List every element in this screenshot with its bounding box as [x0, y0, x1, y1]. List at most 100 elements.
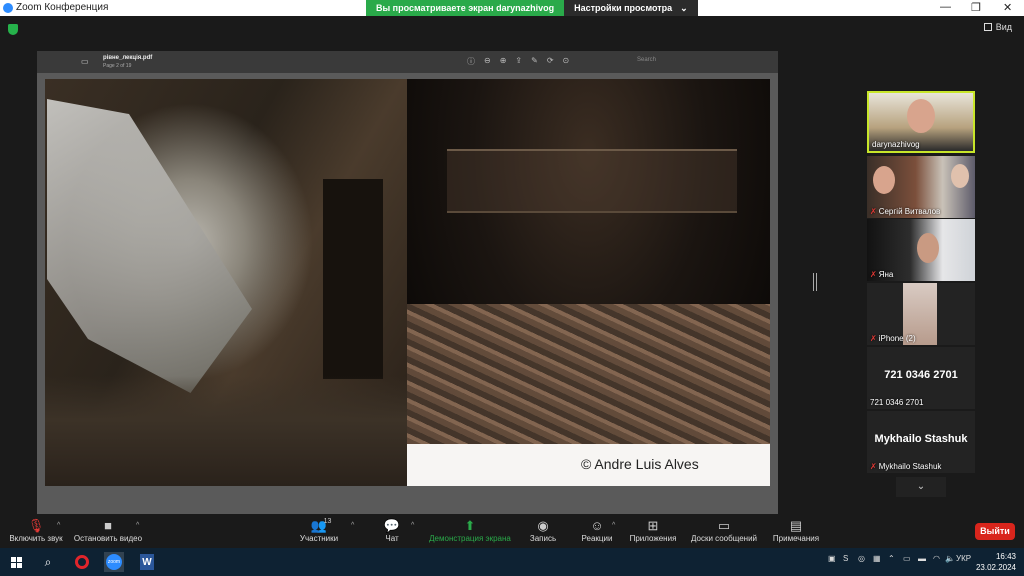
participant-display-name: Mykhailo Stashuk — [874, 433, 968, 445]
muted-mic-icon: ✗ — [870, 270, 877, 279]
clock-date: 23.02.2024 — [975, 563, 1016, 572]
wifi-icon[interactable]: ◠ — [933, 554, 940, 563]
participant-name-row: ✗ Mykhailo Stashuk — [870, 462, 941, 471]
balcony-shape — [447, 149, 737, 213]
reactions-icon: ☺ — [590, 518, 604, 533]
participants-icon: 👥 — [310, 518, 328, 533]
reactions-label: Реакции — [581, 534, 613, 543]
camera-icon: ■ — [104, 518, 112, 533]
participant-name-row: ✗ Сергій Витвалов — [870, 207, 940, 216]
zoom-tray-icon[interactable]: ◎ — [858, 554, 865, 563]
participant-video — [917, 233, 939, 263]
zoom-out-icon[interactable]: ⊖ — [484, 56, 491, 67]
pdf-filename: рівне_лекція.pdf — [103, 55, 153, 61]
system-clock[interactable]: 16:43 23.02.2024 — [976, 551, 1016, 573]
nvidia-icon[interactable]: ▣ — [828, 554, 836, 563]
door-shape — [323, 179, 383, 379]
window-title: Zoom Конференция — [16, 2, 109, 13]
participant-name-row: ✗ iPhone (2) — [870, 334, 916, 343]
sidebar-toggle-icon[interactable]: ▭ — [81, 57, 89, 66]
encryption-shield-icon[interactable] — [8, 24, 18, 35]
search-icon[interactable]: ⌕ — [38, 552, 58, 572]
apps-button[interactable]: ⊞ Приложения — [627, 518, 679, 543]
zoom-in-icon[interactable]: ⊕ — [500, 56, 507, 67]
pdf-search-field[interactable]: Search — [637, 57, 656, 63]
participant-video — [951, 164, 969, 188]
start-button[interactable] — [6, 552, 26, 572]
reactions-options-caret[interactable]: ^ — [612, 522, 615, 529]
skype-icon[interactable]: S — [843, 554, 848, 563]
scroll-down-button[interactable]: ⌄ — [896, 477, 946, 497]
video-options-caret[interactable]: ^ — [136, 522, 139, 529]
curtain-shape — [47, 99, 252, 393]
whiteboard-icon: ▭ — [717, 518, 731, 533]
markup-icon[interactable]: ⊙ — [563, 56, 570, 67]
view-label: Вид — [995, 22, 1012, 32]
notes-label: Примечания — [772, 534, 820, 543]
chat-button[interactable]: 💬 Чат — [380, 518, 404, 543]
opera-taskbar-button[interactable] — [72, 552, 92, 572]
participants-count: 13 — [323, 518, 332, 525]
participant-tile[interactable]: ✗ iPhone (2) — [867, 283, 975, 345]
share-screen-label: Демонстрация экрана — [429, 534, 511, 543]
share-screen-icon: ⬆ — [464, 518, 476, 533]
participants-label: Участники — [299, 534, 339, 543]
view-options-label: Настройки просмотра — [574, 3, 673, 13]
notes-icon: ▤ — [789, 518, 803, 533]
participant-tile[interactable]: ✗ Сергій Витвалов — [867, 156, 975, 218]
chevron-up-icon[interactable]: ⌃ — [888, 554, 895, 563]
participant-video — [907, 99, 935, 133]
word-taskbar-button[interactable]: W — [137, 552, 157, 572]
tray-app-icon[interactable]: ▦ — [873, 554, 881, 563]
apps-label: Приложения — [629, 534, 677, 543]
input-language[interactable]: УКР — [956, 554, 971, 563]
view-button[interactable]: Вид — [983, 22, 1012, 32]
notes-button[interactable]: ▤ Примечания — [769, 518, 823, 543]
volume-icon[interactable]: 🔈 — [945, 554, 955, 563]
apps-icon: ⊞ — [647, 518, 659, 533]
pdf-page-info: Page 2 of 19 — [103, 63, 132, 69]
participant-name: 721 0346 2701 — [870, 398, 924, 407]
maximize-button[interactable]: ❐ — [971, 1, 981, 14]
reactions-button[interactable]: ☺ Реакции — [578, 518, 616, 543]
rubble-shape — [407, 304, 770, 444]
share-screen-button[interactable]: ⬆ Демонстрация экрана — [426, 518, 514, 543]
battery-icon[interactable]: ▭ — [903, 554, 911, 563]
participants-button[interactable]: 👥 13 Участники — [296, 518, 342, 543]
participant-tile[interactable]: 721 0346 2701 721 0346 2701 — [867, 347, 975, 409]
participant-tile-active-speaker[interactable]: darynazhivog — [867, 91, 975, 153]
view-options-button[interactable]: Настройки просмотра ⌄ — [564, 0, 698, 16]
info-icon[interactable]: ⓘ — [467, 56, 475, 67]
photo-credit-box: © Andre Luis Alves — [407, 444, 770, 486]
record-button[interactable]: ◉ Запись — [527, 518, 559, 543]
close-button[interactable]: ✕ — [1003, 1, 1012, 14]
whiteboards-button[interactable]: ▭ Доски сообщений — [688, 518, 760, 543]
floor-debris — [45, 376, 407, 486]
opera-icon — [75, 555, 89, 569]
minimize-button[interactable]: — — [940, 1, 951, 13]
windows-logo-icon — [10, 556, 22, 568]
rotate-icon[interactable]: ⟳ — [547, 56, 554, 67]
chat-icon: 💬 — [383, 518, 401, 533]
stop-video-button[interactable]: ■ Остановить видео — [72, 518, 144, 543]
zoom-taskbar-button[interactable]: zoom — [104, 552, 124, 572]
muted-mic-icon: ✗ — [870, 207, 877, 216]
muted-mic-icon: ✗ — [870, 334, 877, 343]
chat-options-caret[interactable]: ^ — [411, 522, 414, 529]
leave-button[interactable]: Выйти — [975, 523, 1015, 540]
pdf-toolbar: ▭ рівне_лекція.pdf Page 2 of 19 ⓘ ⊖ ⊕ ⇪ … — [37, 51, 778, 73]
unmute-label: Включить звук — [9, 534, 63, 543]
participants-options-caret[interactable]: ^ — [351, 522, 354, 529]
participant-display-name: 721 0346 2701 — [884, 369, 958, 381]
share-icon[interactable]: ⇪ — [515, 56, 522, 67]
pen-icon[interactable]: ✎ — [531, 56, 538, 67]
chevron-down-icon: ⌄ — [680, 3, 688, 13]
participant-tile[interactable]: ✗ Яна — [867, 219, 975, 281]
panel-resize-handle[interactable] — [813, 273, 817, 291]
record-label: Запись — [529, 534, 557, 543]
share-banner-text: Вы просматриваете экран darynazhivog — [366, 0, 565, 16]
participant-tile[interactable]: Mykhailo Stashuk ✗ Mykhailo Stashuk — [867, 411, 975, 473]
zoom-app-icon: zoom — [106, 554, 122, 570]
audio-options-caret[interactable]: ^ — [57, 522, 60, 529]
display-icon[interactable]: ▬ — [918, 554, 926, 563]
